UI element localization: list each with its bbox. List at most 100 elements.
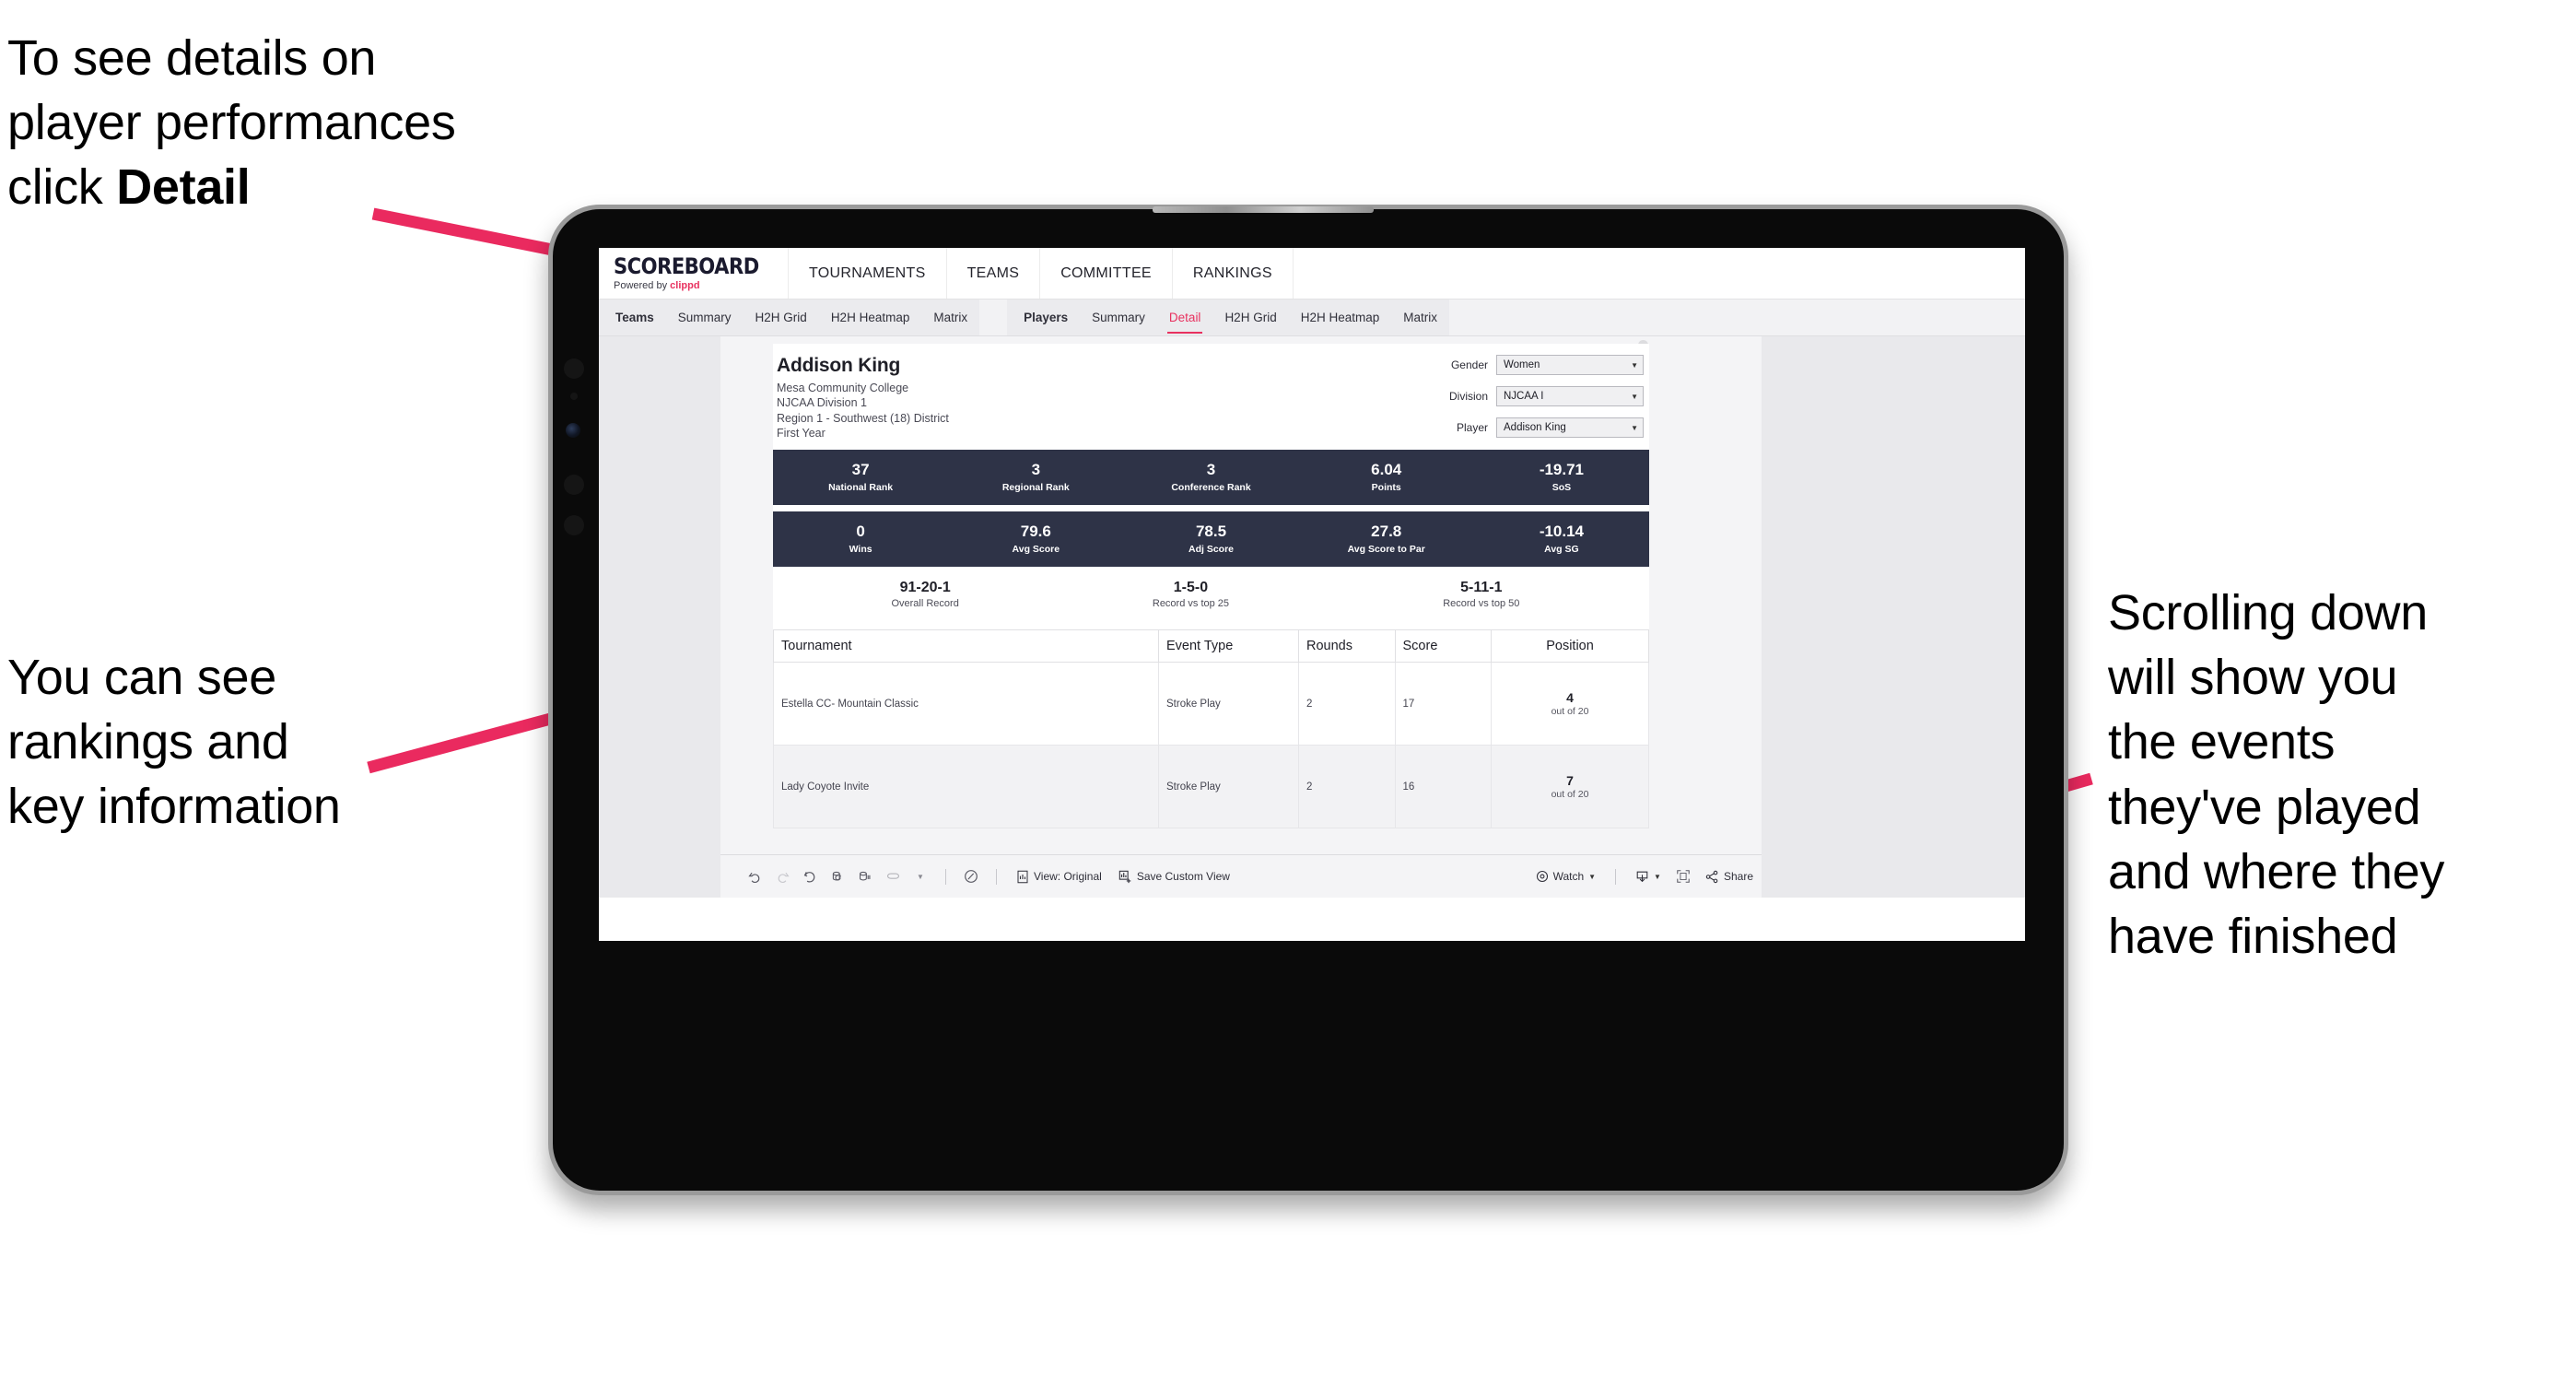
annotation-mid-left: You can see rankings and key information	[7, 650, 341, 835]
chevron-down-icon: ▼	[1631, 423, 1638, 432]
table-header-row: Tournament Event Type Rounds Score Posit…	[773, 629, 1649, 663]
players-tab-group: Players Summary Detail H2H Grid H2H Heat…	[1007, 300, 1449, 335]
record-label: Record vs top 50	[1443, 598, 1520, 609]
chevron-down-icon: ▼	[1654, 872, 1661, 881]
tab-teams-summary[interactable]: Summary	[666, 300, 744, 335]
brand-logo[interactable]: SCOREBOARD Powered by clippd	[599, 248, 789, 299]
view-original-button[interactable]: View: Original	[1008, 863, 1110, 890]
sensor-dot-2-icon	[564, 475, 584, 495]
tab-players-h2h-heatmap[interactable]: H2H Heatmap	[1289, 300, 1392, 335]
sensor-dot-icon	[564, 358, 584, 379]
filter-gender-row: Gender Women ▼	[1376, 355, 1644, 375]
cell-event-type: Stroke Play	[1158, 662, 1299, 746]
tab-teams-h2h-heatmap[interactable]: H2H Heatmap	[819, 300, 922, 335]
dashboard-sheet: Addison King Mesa Community College NJCA…	[720, 336, 1762, 898]
table-row[interactable]: Estella CC- Mountain Classic Stroke Play…	[773, 662, 1649, 746]
clear-filters-icon[interactable]	[957, 863, 985, 890]
tab-players[interactable]: Players	[1007, 300, 1080, 335]
save-custom-view-button[interactable]: Save Custom View	[1110, 863, 1238, 890]
app-header: SCOREBOARD Powered by clippd TOURNAMENTS…	[599, 248, 2025, 300]
record-value: 1-5-0	[1173, 580, 1209, 595]
column-header-rounds[interactable]: Rounds	[1298, 629, 1396, 663]
position-number: 4	[1566, 690, 1574, 705]
kpi-value: 0	[856, 523, 865, 541]
column-header-event-type[interactable]: Event Type	[1158, 629, 1299, 663]
brand-subtitle: Powered by clippd	[614, 280, 788, 291]
kpi-avg-score-to-par: 27.8 Avg Score to Par	[1299, 511, 1474, 567]
pause-data-icon[interactable]	[851, 863, 879, 890]
fullscreen-icon[interactable]	[1669, 863, 1697, 890]
revert-icon[interactable]	[796, 863, 824, 890]
undo-icon[interactable]	[741, 863, 768, 890]
tab-players-matrix[interactable]: Matrix	[1391, 300, 1449, 335]
chevron-down-icon[interactable]: ▼	[907, 863, 934, 890]
filter-gender-select[interactable]: Women ▼	[1496, 355, 1644, 375]
kpi-wins: 0 Wins	[773, 511, 948, 567]
filter-division-select[interactable]: NJCAA I ▼	[1496, 386, 1644, 406]
kpi-label: Adj Score	[1188, 543, 1235, 555]
filter-player-value: Addison King	[1504, 422, 1566, 433]
watch-button[interactable]: Watch ▼	[1528, 863, 1604, 890]
kpi-avg-score: 79.6 Avg Score	[948, 511, 1123, 567]
sensor-dot-3-icon	[564, 515, 584, 535]
column-header-position[interactable]: Position	[1491, 629, 1649, 663]
kpi-value: 3	[1031, 461, 1041, 479]
top-nav-committee[interactable]: COMMITTEE	[1040, 248, 1173, 299]
filter-player-row: Player Addison King ▼	[1376, 417, 1644, 438]
position-number: 7	[1566, 773, 1574, 788]
chevron-down-icon: ▼	[1631, 392, 1638, 401]
refresh-data-icon[interactable]	[824, 863, 851, 890]
column-header-score[interactable]: Score	[1394, 629, 1492, 663]
kpi-regional-rank: 3 Regional Rank	[948, 450, 1123, 505]
kpi-band-rankings: 37 National Rank 3 Regional Rank 3 Confe…	[773, 450, 1649, 505]
toolbar-divider	[945, 868, 946, 885]
cell-position: 4 out of 20	[1491, 662, 1649, 746]
kpi-label: Points	[1371, 481, 1401, 493]
tab-teams[interactable]: Teams	[599, 300, 666, 335]
record-value: 91-20-1	[899, 580, 951, 595]
tablet-device: SCOREBOARD Powered by clippd TOURNAMENTS…	[548, 205, 2068, 1195]
tab-teams-h2h-grid[interactable]: H2H Grid	[744, 300, 819, 335]
kpi-value: -10.14	[1539, 523, 1585, 541]
kpi-label: Wins	[849, 543, 872, 555]
record-vs-top-50: 5-11-1 Record vs top 50	[1332, 580, 1631, 609]
filter-division-value: NJCAA I	[1504, 391, 1544, 402]
annotation-top-left-bold: Detail	[116, 159, 251, 216]
top-nav-teams[interactable]: TEAMS	[947, 248, 1041, 299]
table-row[interactable]: Lady Coyote Invite Stroke Play 2 16 7 ou…	[773, 745, 1649, 828]
tab-players-detail[interactable]: Detail	[1157, 300, 1213, 335]
top-navigation: TOURNAMENTS TEAMS COMMITTEE RANKINGS	[789, 248, 1294, 299]
camera-lens-icon	[566, 423, 580, 438]
record-label: Overall Record	[891, 598, 959, 609]
tab-teams-matrix[interactable]: Matrix	[921, 300, 979, 335]
share-button[interactable]: Share	[1697, 863, 1762, 890]
watch-label: Watch	[1552, 870, 1585, 883]
cell-tournament: Lady Coyote Invite	[773, 745, 1159, 828]
browser-screen: SCOREBOARD Powered by clippd TOURNAMENTS…	[599, 248, 2025, 941]
record-value: 5-11-1	[1460, 580, 1503, 595]
annotation-right: Scrolling down will show you the events …	[2108, 585, 2445, 964]
chevron-down-icon: ▼	[1631, 360, 1638, 370]
kpi-value: 78.5	[1195, 523, 1227, 541]
record-vs-top-25: 1-5-0 Record vs top 25	[1049, 580, 1331, 609]
kpi-label: Avg Score	[1012, 543, 1060, 555]
tab-players-summary[interactable]: Summary	[1080, 300, 1157, 335]
redo-icon[interactable]	[768, 863, 796, 890]
column-header-tournament[interactable]: Tournament	[773, 629, 1159, 663]
position-out-of: out of 20	[1551, 789, 1589, 800]
kpi-adj-score: 78.5 Adj Score	[1123, 511, 1298, 567]
filter-division-row: Division NJCAA I ▼	[1376, 386, 1644, 406]
sub-navigation: Teams Summary H2H Grid H2H Heatmap Matri…	[599, 300, 2025, 336]
kpi-label: National Rank	[828, 481, 894, 493]
filter-gender-label: Gender	[1450, 358, 1488, 371]
kpi-label: Avg SG	[1544, 543, 1579, 555]
pause-auto-update-icon[interactable]	[879, 863, 907, 890]
tab-players-h2h-grid[interactable]: H2H Grid	[1212, 300, 1288, 335]
download-button[interactable]: ▼	[1627, 863, 1669, 890]
top-nav-rankings[interactable]: RANKINGS	[1173, 248, 1294, 299]
top-nav-tournaments[interactable]: TOURNAMENTS	[789, 248, 947, 299]
kpi-conference-rank: 3 Conference Rank	[1123, 450, 1298, 505]
kpi-label: Avg Score to Par	[1347, 543, 1425, 555]
chevron-down-icon: ▼	[1588, 872, 1597, 881]
filter-player-select[interactable]: Addison King ▼	[1496, 417, 1644, 438]
